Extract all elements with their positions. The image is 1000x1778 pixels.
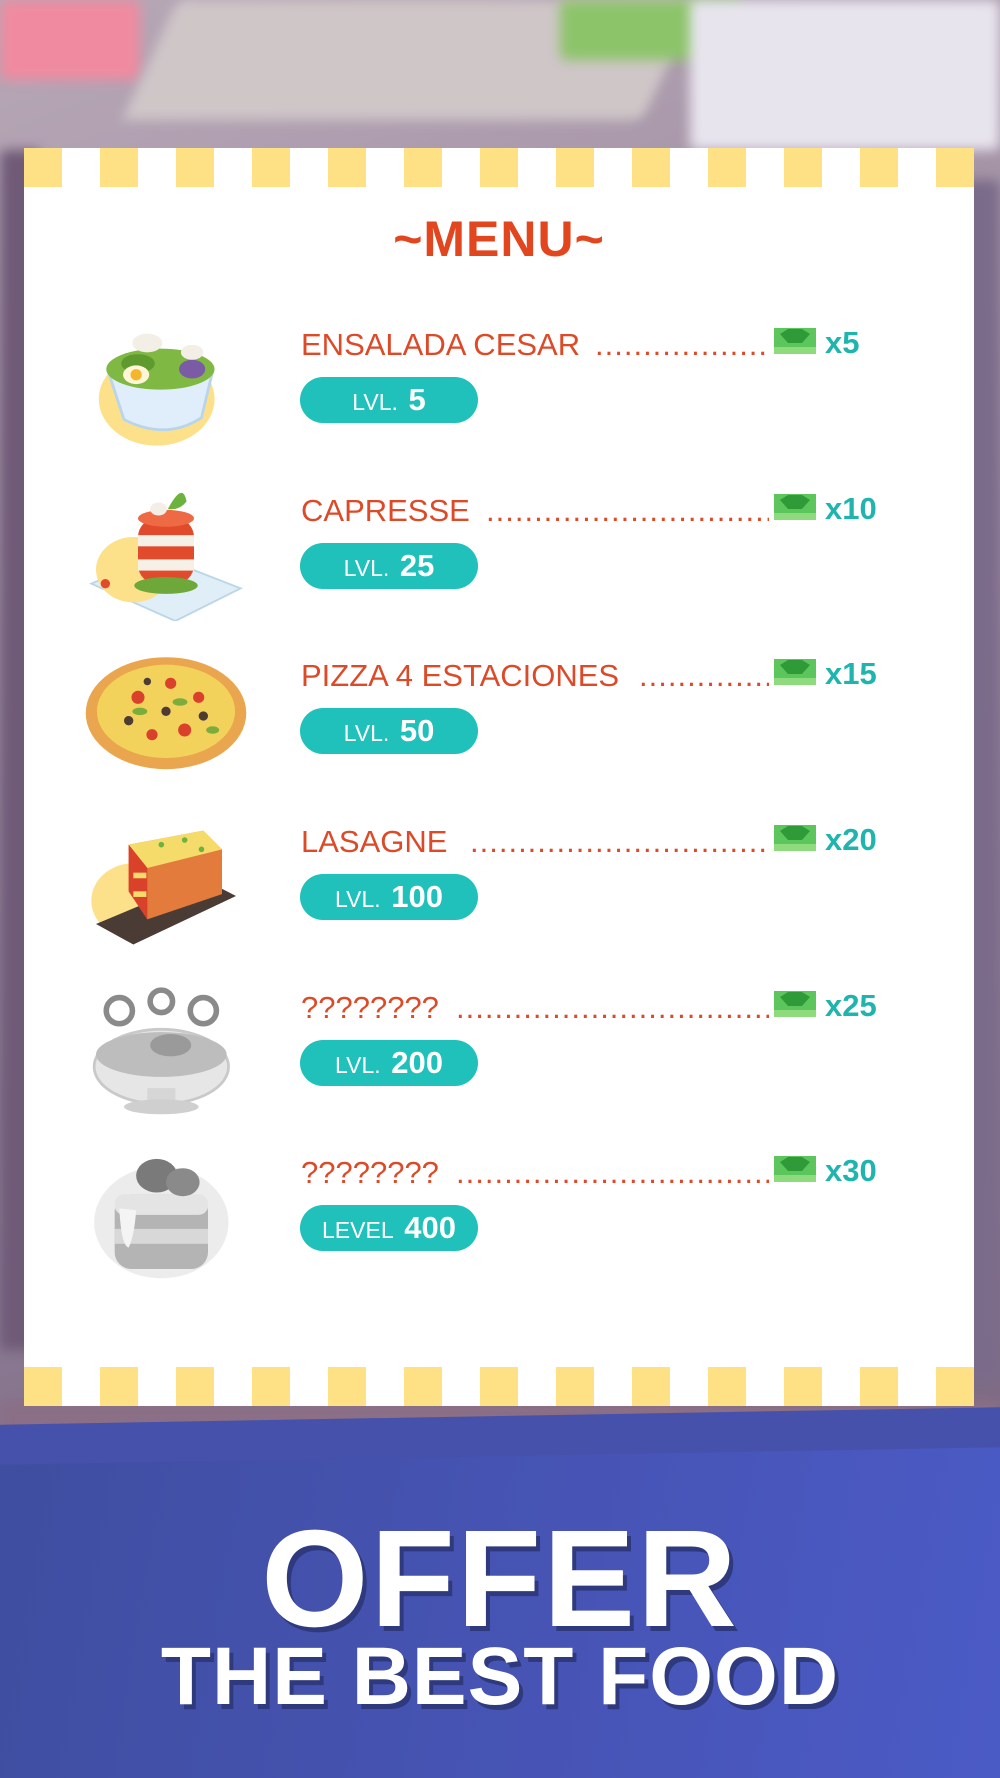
menu-item-name: PIZZA 4 ESTACIONES [301, 658, 620, 693]
level-badge-number: 50 [391, 713, 435, 748]
menu-item-multiplier: x25 [825, 988, 877, 1023]
level-badge: LVL. 100 [300, 874, 478, 920]
level-badge: LVL. 50 [300, 708, 478, 754]
menu-item-leader-dots: ...................................... [456, 1155, 769, 1190]
level-badge: LEVEL 400 [300, 1205, 478, 1251]
level-badge-number: 25 [391, 548, 435, 583]
menu-item[interactable]: ???????? ...............................… [24, 1143, 974, 1293]
menu-item-multiplier: x30 [825, 1153, 877, 1188]
level-badge-number: 100 [382, 879, 443, 914]
pizza-icon [76, 646, 256, 786]
menu-item-leader-dots: ...................................... [470, 824, 769, 859]
menu-item-name: ???????? [301, 1155, 439, 1190]
level-badge-prefix: LVL. [352, 389, 398, 415]
caprese-tower-icon [76, 481, 256, 623]
menu-item-leader-dots: ...................................... [456, 990, 769, 1025]
menu-item[interactable]: CAPRESSE................................… [24, 481, 974, 631]
cash-bill-icon [774, 988, 816, 1020]
menu-item-leader-dots: ................. [639, 658, 769, 693]
level-badge-prefix: LVL. [343, 720, 390, 746]
menu-item-multiplier: x20 [825, 822, 877, 857]
menu-card: ~MENU~ ENSALADA CESAR...................… [24, 148, 974, 1406]
menu-item[interactable]: LASAGNE.................................… [24, 812, 974, 962]
cash-bill-icon [774, 656, 816, 688]
menu-item-multiplier: x10 [825, 491, 877, 526]
locked-bowl-icon [76, 978, 256, 1118]
menu-item-multiplier: x5 [825, 325, 860, 360]
menu-title: ~MENU~ [393, 211, 605, 267]
stripe-border-top [24, 148, 974, 187]
menu-item-name: LASAGNE [301, 824, 448, 859]
level-badge: LVL. 25 [300, 543, 478, 589]
menu-item[interactable]: ENSALADA CESAR...................... x5 L… [24, 315, 974, 465]
menu-item[interactable]: PIZZA 4 ESTACIONES................. x15 L… [24, 646, 974, 796]
menu-item-name: CAPRESSE [301, 493, 470, 528]
menu-item-multiplier: x15 [825, 656, 877, 691]
stripe-border-bottom [24, 1367, 974, 1406]
level-badge-number: 400 [395, 1210, 456, 1245]
level-badge-prefix: LVL. [335, 886, 381, 912]
cash-bill-icon [774, 325, 816, 357]
level-badge-number: 200 [382, 1045, 443, 1080]
cash-bill-icon [774, 822, 816, 854]
banner-subheadline: THE BEST FOOD [160, 1631, 840, 1722]
lasagne-icon [76, 812, 256, 952]
level-badge: LVL. 200 [300, 1040, 478, 1086]
locked-cake-icon [76, 1143, 256, 1283]
cash-bill-icon [774, 1153, 816, 1185]
level-badge-prefix: LVL. [343, 555, 390, 581]
level-badge: LVL. 5 [300, 377, 478, 423]
menu-item-leader-dots: ...................... [595, 327, 769, 362]
menu-item[interactable]: ???????? ...............................… [24, 978, 974, 1128]
cash-bill-icon [774, 491, 816, 523]
level-badge-prefix: LVL. [335, 1052, 381, 1078]
level-badge-prefix: LEVEL [322, 1217, 394, 1243]
level-badge-number: 5 [399, 382, 426, 417]
caesar-salad-icon [76, 315, 256, 455]
menu-item-name: ENSALADA CESAR [301, 327, 581, 362]
menu-item-name: ???????? [301, 990, 439, 1025]
menu-item-leader-dots: ................................... [486, 493, 769, 528]
